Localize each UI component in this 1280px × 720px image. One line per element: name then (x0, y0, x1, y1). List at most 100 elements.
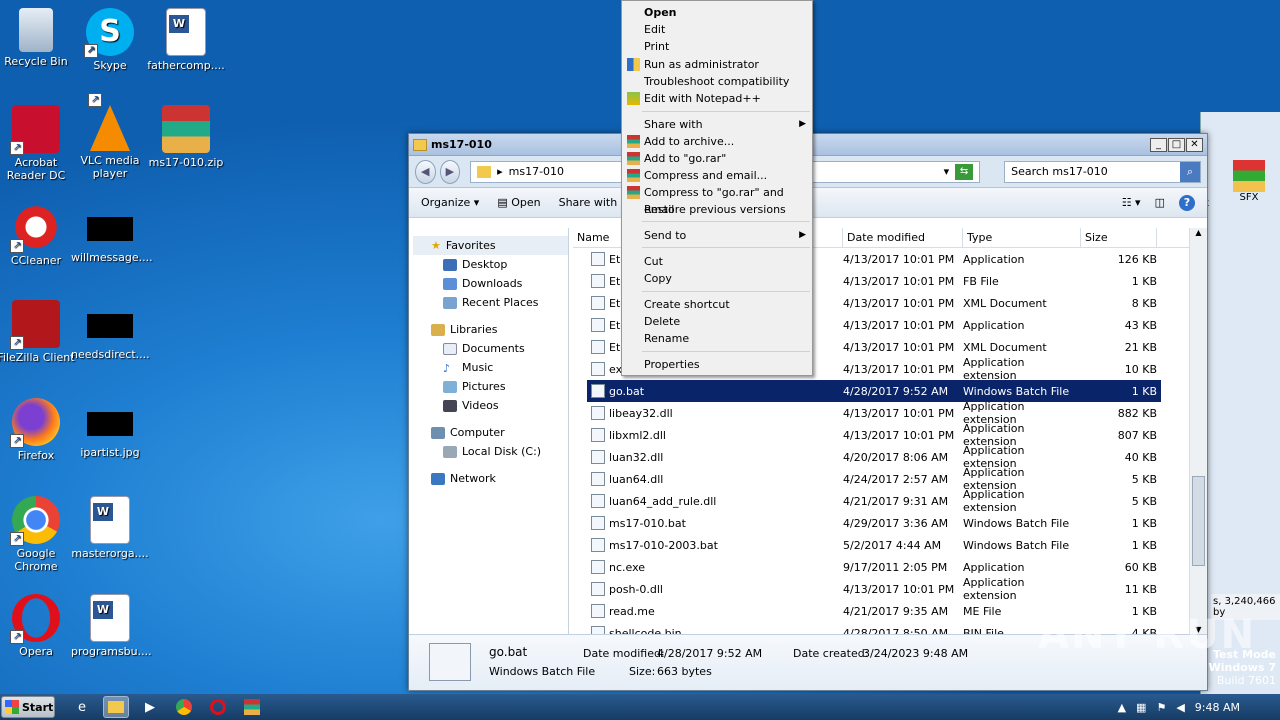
start-button[interactable]: Start (1, 696, 55, 718)
file-row[interactable]: luan64_add_rule.dll 4/21/2017 9:31 AM Appl… (587, 488, 1161, 514)
close-button[interactable]: ✕ (1186, 137, 1203, 152)
file-row[interactable]: go.bat 4/28/2017 9:52 AM Windows Batch Fil… (587, 380, 1161, 402)
nav-music[interactable]: ♪ Music (413, 358, 568, 377)
menu-item-cut[interactable]: Cut (622, 253, 812, 270)
menu-item-share-with[interactable]: Share with ▶ (622, 116, 812, 133)
column-type[interactable]: Type (963, 228, 1081, 247)
nav-pictures[interactable]: Pictures (413, 377, 568, 396)
file-row[interactable]: luan64.dll 4/24/2017 2:57 AM Application e… (587, 466, 1161, 492)
explorer-taskbar-icon[interactable] (103, 696, 129, 718)
menu-item-troubleshoot-compatibility[interactable]: Troubleshoot compatibility (622, 73, 812, 90)
chevron-down-icon[interactable]: ▾ (944, 165, 950, 178)
back-button[interactable]: ◀ (415, 159, 436, 184)
desktop-icon-programsbu[interactable]: W programsbu.... (71, 594, 152, 658)
menu-item-delete[interactable]: Delete (622, 313, 812, 330)
minimize-button[interactable]: _ (1150, 137, 1167, 152)
file-row[interactable]: libxml2.dll 4/13/2017 10:01 PM Application… (587, 422, 1161, 448)
vertical-scrollbar[interactable]: ▲ ▼ (1189, 228, 1207, 634)
breadcrumb-arrow-icon[interactable]: ▸ (497, 165, 503, 178)
nav-computer[interactable]: Computer (413, 423, 568, 442)
breadcrumb[interactable]: ms17-010 (509, 165, 564, 178)
menu-item-restore-previous-versions[interactable]: Restore previous versions (622, 201, 812, 218)
nav-desktop[interactable]: Desktop (413, 255, 568, 274)
desktop-icon-acrobat[interactable]: ↗ Acrobat Reader DC (0, 105, 75, 182)
file-size-cell: 5 KB (1131, 494, 1157, 508)
menu-item-copy[interactable]: Copy (622, 270, 812, 287)
menu-item-edit-with-notepad[interactable]: Edit with Notepad++ (622, 90, 812, 107)
nav-local-disk[interactable]: Local Disk (C:) (413, 442, 568, 461)
desktop-icon-chrome[interactable]: ↗ Google Chrome (0, 496, 75, 573)
file-icon (591, 252, 605, 266)
ie-taskbar-icon[interactable]: e (69, 696, 95, 718)
desktop-icon-ccleaner[interactable]: ↗ CCleaner (0, 203, 75, 267)
nav-downloads[interactable]: Downloads (413, 274, 568, 293)
file-icon (591, 604, 605, 618)
file-row[interactable]: nc.exe 9/17/2011 2:05 PM Application 60 KB (587, 556, 1161, 578)
view-options-icon[interactable]: ☷ ▾ (1122, 196, 1141, 209)
nav-documents[interactable]: Documents (413, 339, 568, 358)
share-with-button[interactable]: Share with (559, 196, 618, 209)
menu-item-compress-and-email[interactable]: Compress and email... (622, 167, 812, 184)
window-title: ms17-010 (431, 138, 492, 151)
file-row[interactable]: libeay32.dll 4/13/2017 10:01 PM Applicatio… (587, 400, 1161, 426)
file-date-cell: 4/21/2017 9:35 AM (843, 604, 949, 618)
desktop-icon-fathercomp[interactable]: W fathercomp.... (147, 8, 225, 72)
details-created-label: Date created: (793, 647, 869, 660)
refresh-icon[interactable]: ⇆ (955, 163, 974, 180)
desktop-icon-firefox[interactable]: ↗ Firefox (0, 398, 75, 462)
file-row[interactable]: posh-0.dll 4/13/2017 10:01 PM Application … (587, 576, 1161, 602)
chrome-taskbar-icon[interactable] (171, 696, 197, 718)
opera-taskbar-icon[interactable] (205, 696, 231, 718)
nav-favorites[interactable]: ★ Favorites (413, 236, 568, 255)
search-icon[interactable]: ⌕ (1179, 161, 1200, 182)
desktop-icon-filezilla[interactable]: ↗ FileZilla Client (0, 300, 75, 364)
volume-icon[interactable]: ◀ (1176, 701, 1184, 714)
menu-item-properties[interactable]: Properties (622, 356, 812, 373)
action-center-flag-icon[interactable]: ⚑ (1156, 701, 1166, 714)
file-row[interactable]: ms17-010-2003.bat 5/2/2017 4:44 AM Windows… (587, 534, 1161, 556)
menu-item-add-to-archive[interactable]: Add to archive... (622, 133, 812, 150)
submenu-arrow-icon: ▶ (799, 230, 806, 240)
network-tray-icon[interactable]: ▦ (1136, 701, 1146, 714)
menu-item-add-to-go-rar[interactable]: Add to "go.rar" (622, 150, 812, 167)
show-hidden-icons[interactable]: ▲ (1118, 701, 1126, 714)
scroll-thumb[interactable] (1192, 476, 1205, 566)
menu-item-create-shortcut[interactable]: Create shortcut (622, 296, 812, 313)
desktop-icon-needsdirect[interactable]: needsdirect.... (71, 300, 150, 361)
nav-recent-places[interactable]: Recent Places (413, 293, 568, 312)
forward-button[interactable]: ▶ (439, 159, 461, 184)
menu-item-run-as-administrator[interactable]: Run as administrator (622, 56, 812, 73)
clock[interactable]: 9:48 AM (1195, 701, 1240, 714)
preview-pane-icon[interactable]: ◫ (1155, 196, 1165, 209)
menu-item-open[interactable]: Open (622, 4, 812, 21)
menu-item-print[interactable]: Print (622, 38, 812, 55)
menu-item-compress-to-go-rar-and-email[interactable]: Compress to "go.rar" and email (622, 184, 812, 216)
winrar-taskbar-icon[interactable] (239, 696, 265, 718)
desktop-icon-masterorga[interactable]: W masterorga.... (71, 496, 149, 560)
desktop-icon-ipartist[interactable]: ipartist.jpg (71, 398, 149, 459)
desktop-icon-opera[interactable]: ↗ Opera (0, 594, 75, 658)
desktop-icon-vlc[interactable]: ↗ VLC media player (71, 93, 149, 180)
file-row[interactable]: luan32.dll 4/20/2017 8:06 AM Application e… (587, 444, 1161, 470)
search-input[interactable]: Search ms17-010 ⌕ (1004, 160, 1201, 183)
file-row[interactable]: ms17-010.bat 4/29/2017 3:36 AM Windows Bat… (587, 512, 1161, 534)
menu-item-send-to[interactable]: Send to ▶ (622, 227, 812, 244)
desktop-icon-ms17-010-zip[interactable]: ms17-010.zip (147, 105, 225, 169)
scroll-up-icon[interactable]: ▲ (1190, 228, 1207, 237)
column-date-modified[interactable]: Date modified (843, 228, 963, 247)
sfx-button[interactable]: SFX (1231, 160, 1267, 203)
desktop-icon-skype[interactable]: S ↗ Skype (71, 8, 149, 72)
menu-item-rename[interactable]: Rename (622, 330, 812, 347)
maximize-button[interactable]: □ (1168, 137, 1185, 152)
open-button[interactable]: ▤ Open (497, 196, 540, 209)
media-player-taskbar-icon[interactable]: ▶ (137, 696, 163, 718)
column-size[interactable]: Size (1081, 228, 1157, 247)
desktop-icon-willmessage[interactable]: willmessage.... (71, 203, 153, 264)
nav-libraries[interactable]: Libraries (413, 320, 568, 339)
organize-button[interactable]: Organize ▾ (421, 196, 479, 209)
menu-item-edit[interactable]: Edit (622, 21, 812, 38)
nav-videos[interactable]: Videos (413, 396, 568, 415)
help-icon[interactable]: ? (1179, 194, 1195, 211)
nav-network[interactable]: Network (413, 469, 568, 488)
desktop-icon-recycle-bin[interactable]: Recycle Bin (0, 8, 75, 68)
